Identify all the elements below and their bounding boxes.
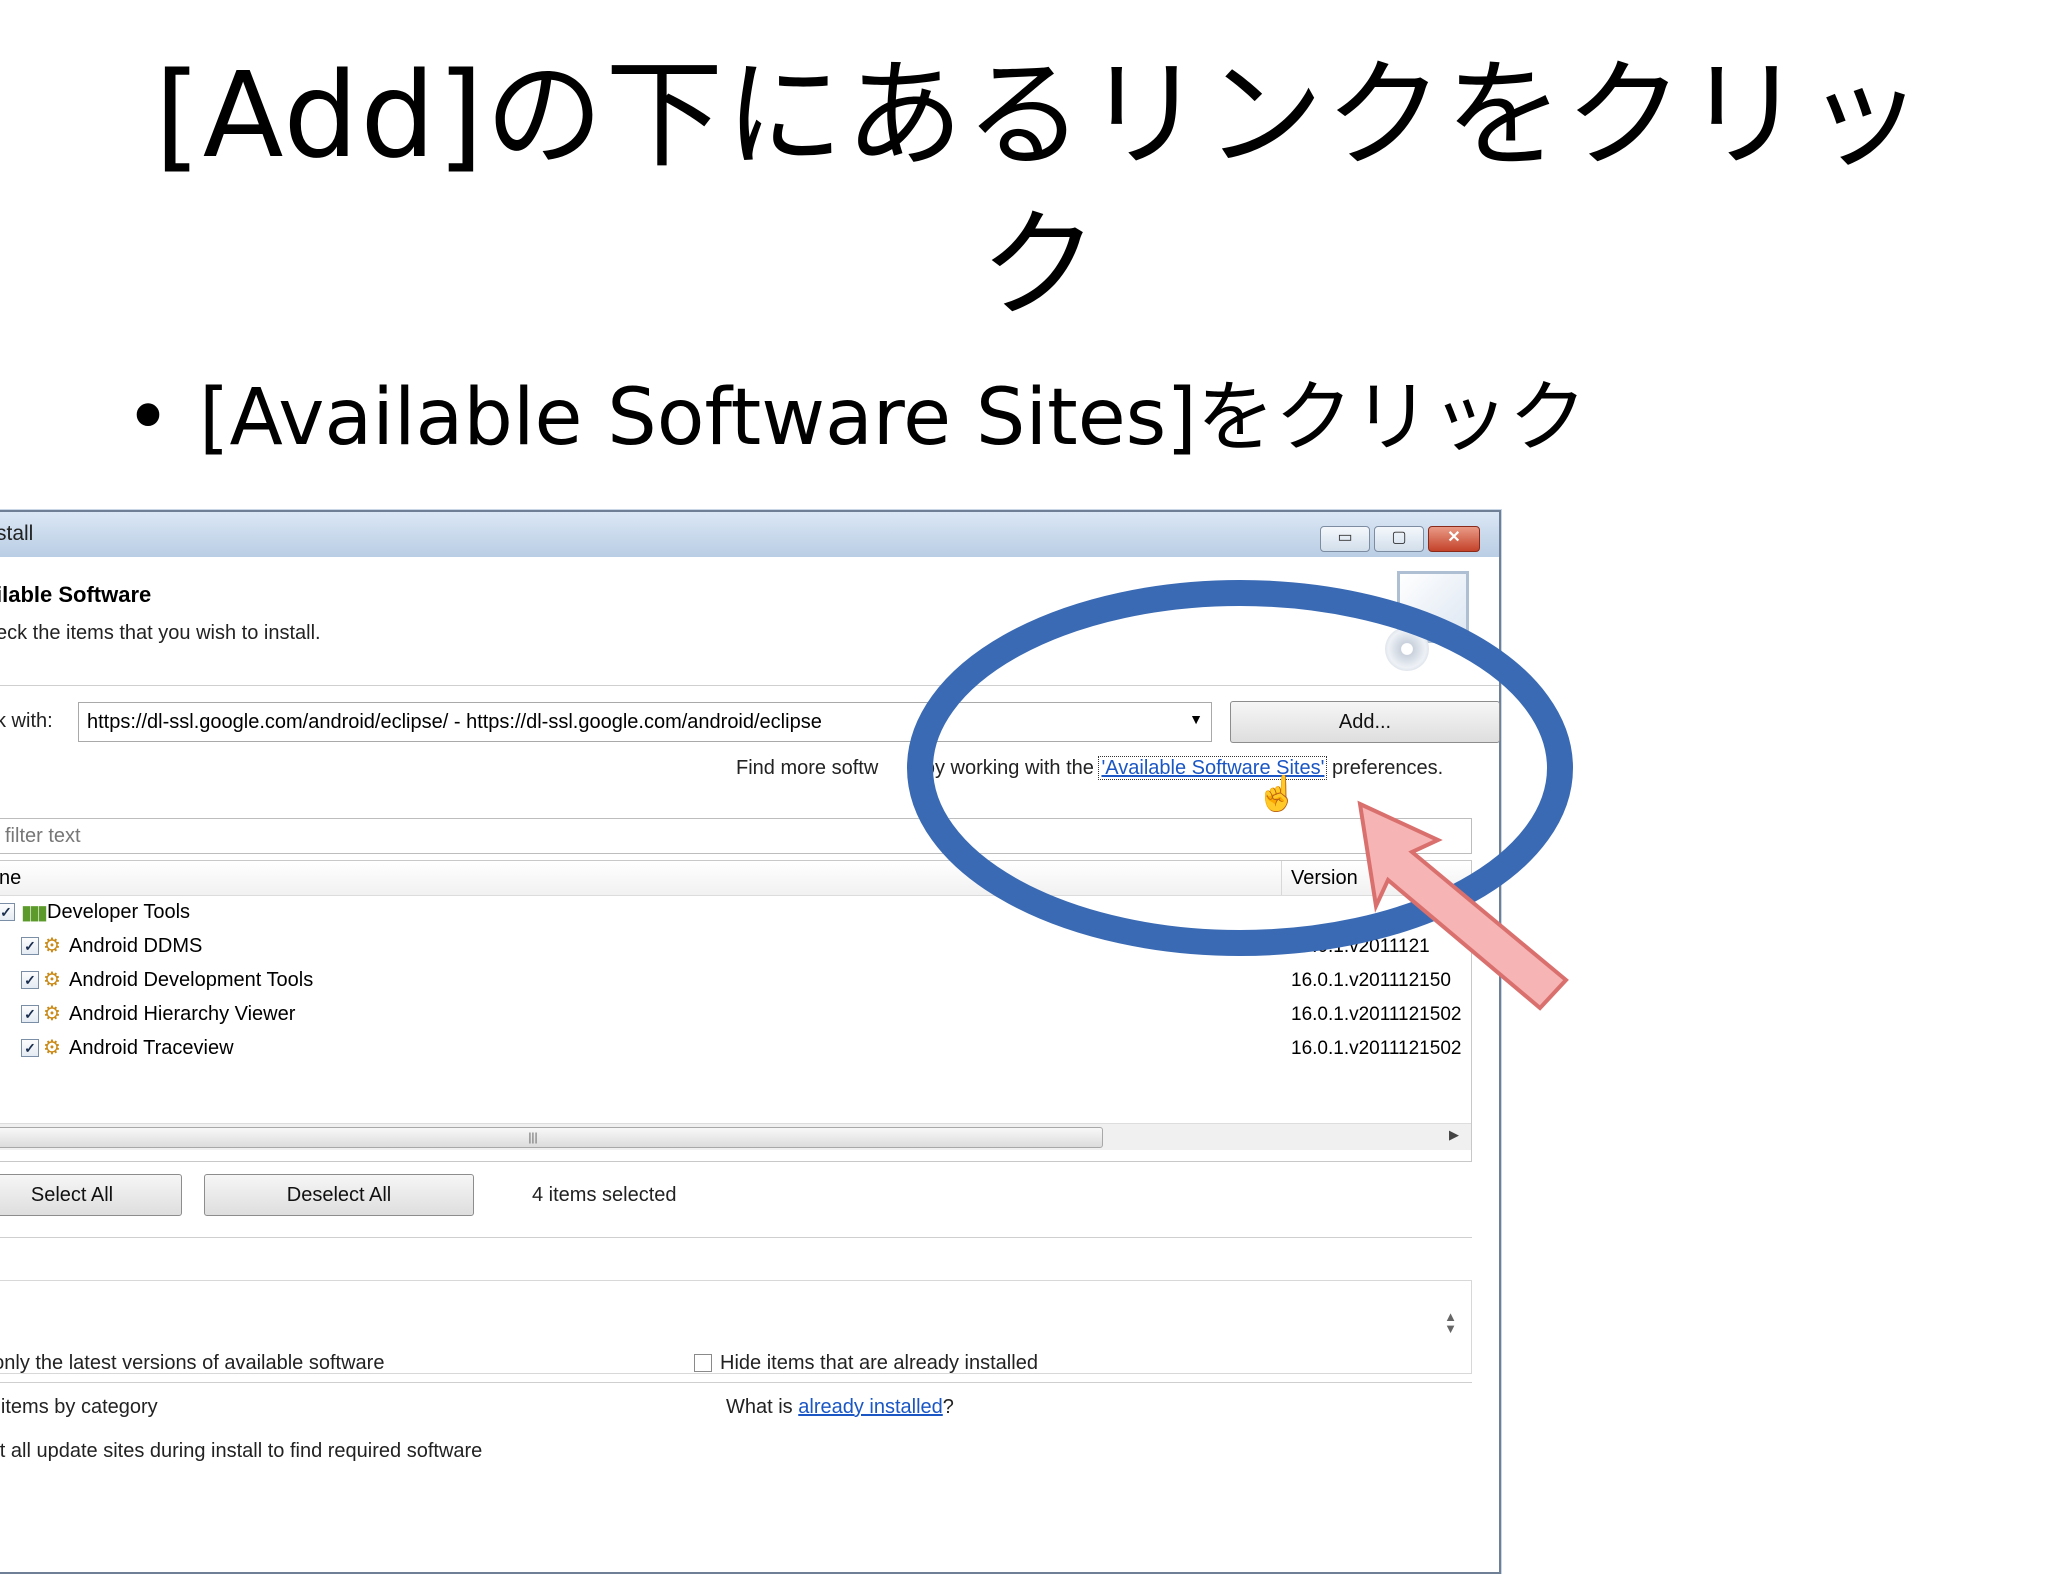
scrollbar-thumb[interactable]: |||	[0, 1127, 1103, 1148]
selected-count: 4 items selected	[532, 1184, 677, 1206]
software-tree[interactable]: ne Version ✓ ▮▮▮ Developer Tools ✓ ⚙ And…	[0, 860, 1472, 1162]
tree-row[interactable]: ✓ ⚙ Android Hierarchy Viewer 16.0.1.v201…	[0, 997, 1471, 1031]
maximize-button[interactable]: ▢	[1374, 526, 1424, 552]
feature-icon: ⚙	[43, 935, 61, 957]
item-version: 16.0.1.v201112150	[1291, 970, 1451, 991]
category-icon: ▮▮▮	[21, 902, 48, 924]
select-all-button[interactable]: Select All	[0, 1174, 182, 1216]
option-group-by-category[interactable]: oup items by category	[0, 1396, 158, 1419]
work-with-combo[interactable]: https://dl-ssl.google.com/android/eclips…	[78, 702, 1212, 742]
dialog-titlebar[interactable]: stall ▭ ▢ ✕	[0, 512, 1499, 558]
already-installed-link[interactable]: already installed	[798, 1396, 943, 1418]
bullet-dot-icon: •	[125, 373, 172, 463]
add-button[interactable]: Add...	[1230, 701, 1500, 743]
feature-icon: ⚙	[43, 969, 61, 991]
slide-bullet-text: [Available Software Sites]をクリック	[199, 373, 1587, 463]
install-dialog: stall ▭ ▢ ✕ ilable Software eck the item…	[0, 510, 1501, 1574]
tree-row[interactable]: ✓ ⚙ Android DDMS 16.0.1.v2011121	[0, 929, 1471, 963]
work-with-label: k with:	[0, 710, 53, 732]
disc-icon	[1385, 627, 1429, 671]
item-checkbox[interactable]: ✓	[21, 937, 39, 955]
separator	[0, 1237, 1472, 1238]
header-title: ilable Software	[0, 582, 152, 607]
find-more-suffix: preferences.	[1331, 757, 1444, 779]
find-more-prefix: Find more softw	[736, 757, 879, 779]
question-mark: ?	[942, 1396, 954, 1418]
find-more-text: Find more softw by working with the 'Ava…	[736, 756, 1444, 780]
column-separator[interactable]	[1281, 861, 1282, 895]
category-label: Developer Tools	[47, 901, 191, 923]
column-version-header[interactable]: Version	[1291, 867, 1358, 890]
filter-input[interactable]: filter text	[0, 818, 1472, 854]
work-with-value: https://dl-ssl.google.com/android/eclips…	[87, 711, 822, 733]
item-name: Android DDMS	[69, 935, 203, 957]
column-name-header[interactable]: ne	[0, 867, 21, 890]
tree-header: ne Version	[0, 861, 1471, 896]
option-hide-installed[interactable]: Hide items that are already installed	[720, 1352, 1038, 1375]
find-more-mid: by working with the	[923, 757, 1094, 779]
option-latest-only[interactable]: ow only the latest versions of available…	[0, 1352, 384, 1375]
item-name: Android Traceview	[69, 1037, 234, 1059]
separator	[0, 1382, 1472, 1383]
what-is-text: What is	[726, 1396, 793, 1418]
slide-bullet: • [Available Software Sites]をクリック	[125, 368, 1587, 468]
hand-cursor-icon: ☝	[1256, 775, 1299, 813]
slide-title: [Add]の下にあるリンクをクリック	[154, 46, 1926, 334]
hide-installed-checkbox[interactable]	[694, 1354, 712, 1372]
feature-icon: ⚙	[43, 1037, 61, 1059]
tree-row-category[interactable]: ✓ ▮▮▮ Developer Tools	[0, 895, 1471, 929]
tree-row[interactable]: ✓ ⚙ Android Traceview 16.0.1.v2011121502	[0, 1031, 1471, 1065]
deselect-all-button[interactable]: Deselect All	[204, 1174, 474, 1216]
category-checkbox[interactable]: ✓	[0, 903, 15, 921]
minimize-button[interactable]: ▭	[1320, 526, 1370, 552]
horizontal-scrollbar[interactable]: ||| ▶	[0, 1123, 1471, 1150]
dialog-title: stall	[0, 522, 34, 545]
dropdown-arrow-icon[interactable]: ▼	[1189, 711, 1203, 727]
item-checkbox[interactable]: ✓	[21, 971, 39, 989]
option-contact-sites[interactable]: ntact all update sites during install to…	[0, 1440, 482, 1463]
dialog-header: ilable Software eck the items that you w…	[0, 557, 1499, 686]
item-name: Android Hierarchy Viewer	[69, 1003, 296, 1025]
item-name: Android Development Tools	[69, 969, 314, 991]
item-checkbox[interactable]: ✓	[21, 1005, 39, 1023]
details-spinner-icon[interactable]: ▲ ▼	[1444, 1310, 1457, 1335]
item-version: 16.0.1.v2011121	[1291, 936, 1430, 957]
header-description: eck the items that you wish to install.	[0, 622, 321, 644]
item-version: 16.0.1.v2011121502	[1291, 1004, 1462, 1025]
tree-row[interactable]: ✓ ⚙ Android Development Tools 16.0.1.v20…	[0, 963, 1471, 997]
filter-placeholder: filter text	[5, 825, 81, 847]
feature-icon: ⚙	[43, 1003, 61, 1025]
close-button[interactable]: ✕	[1428, 526, 1480, 552]
scroll-right-arrow-icon[interactable]: ▶	[1449, 1127, 1459, 1143]
already-installed-text: What is already installed?	[726, 1396, 954, 1419]
item-checkbox[interactable]: ✓	[21, 1039, 39, 1057]
item-version: 16.0.1.v2011121502	[1291, 1038, 1462, 1059]
